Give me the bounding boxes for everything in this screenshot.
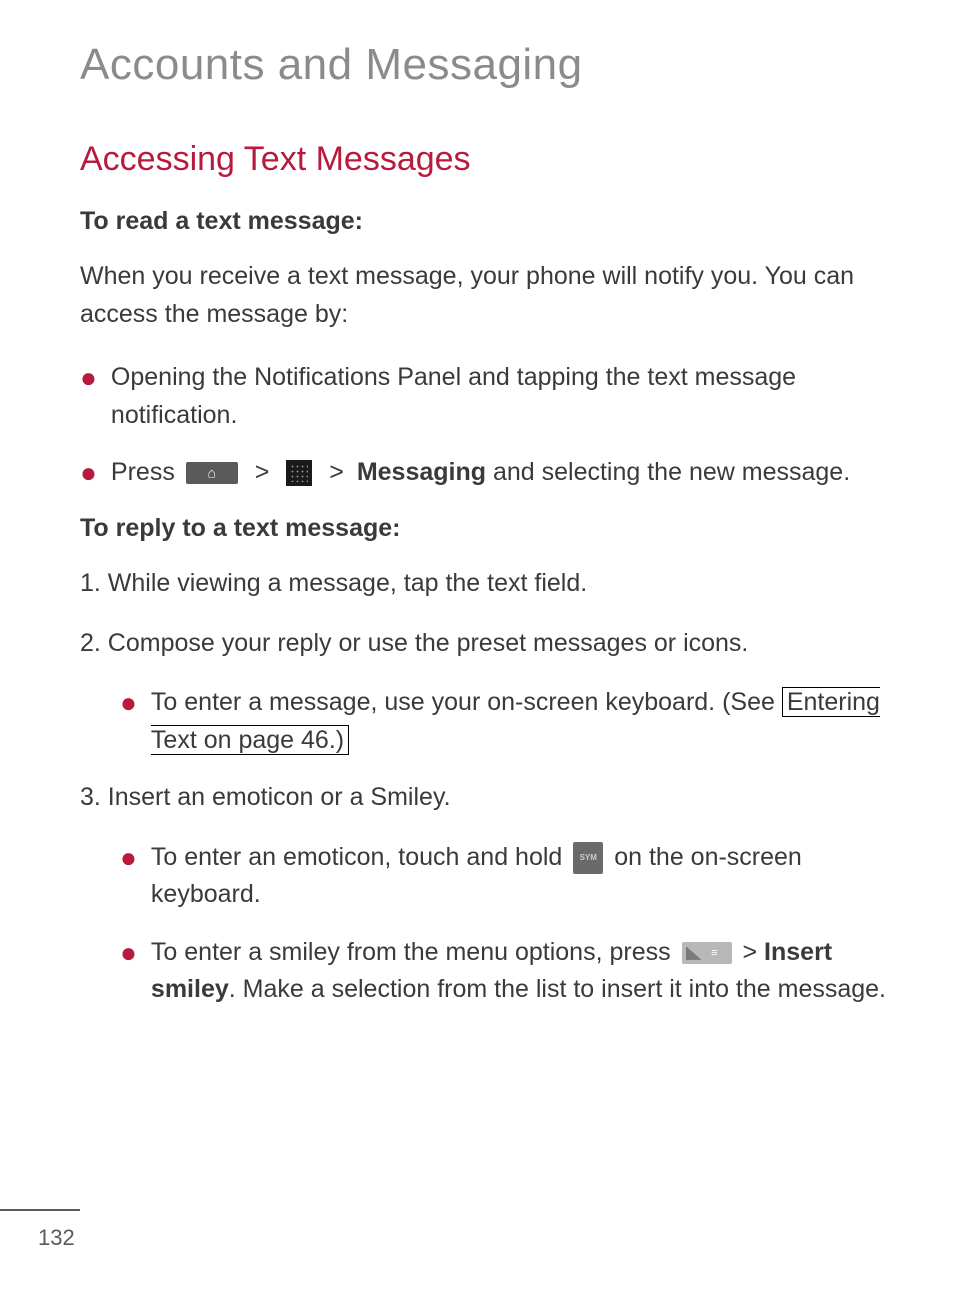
page-number: 132 <box>38 1225 75 1251</box>
bullet-dot-icon: ● <box>80 452 97 494</box>
step-1: 1. While viewing a message, tap the text… <box>80 565 894 603</box>
menu-key-icon <box>682 942 732 964</box>
bullet-item-press: ● Press > > Messaging and selecting the … <box>80 454 894 494</box>
subheading-read: To read a text message: <box>80 207 894 236</box>
step-3-sub-1-prefix: To enter an emoticon, touch and hold <box>151 843 569 871</box>
separator-gt: > <box>329 458 344 486</box>
bullet-dot-icon: ● <box>80 357 97 399</box>
section-title: Accessing Text Messages <box>80 140 894 179</box>
sym-key-icon <box>573 842 603 874</box>
apps-grid-icon <box>286 460 312 486</box>
step-3-sub-2-suffix: . Make a selection from the list to inse… <box>229 975 886 1003</box>
press-suffix: and selecting the new message. <box>493 458 850 486</box>
step-3: 3. Insert an emoticon or a Smiley. <box>80 779 894 817</box>
side-line-decoration <box>0 1209 80 1211</box>
step-3-sub-1: ● To enter an emoticon, touch and hold o… <box>120 839 894 914</box>
step-2-sub-content: To enter a message, use your on-screen k… <box>151 684 894 759</box>
intro-read-text: When you receive a text message, your ph… <box>80 258 894 333</box>
bullet-dot-icon: ● <box>120 932 137 974</box>
bullet-press-content: Press > > Messaging and selecting the ne… <box>111 454 894 492</box>
step-3-sub-1-content: To enter an emoticon, touch and hold on … <box>151 839 894 914</box>
messaging-label: Messaging <box>357 458 486 486</box>
step-3-sub-2-content: To enter a smiley from the menu options,… <box>151 934 894 1009</box>
separator-gt: > <box>255 458 270 486</box>
home-icon <box>186 462 238 484</box>
bullet-dot-icon: ● <box>120 682 137 724</box>
bullet-dot-icon: ● <box>120 837 137 879</box>
chapter-title: Accounts and Messaging <box>80 40 894 90</box>
step-2-sub: ● To enter a message, use your on-screen… <box>120 684 894 759</box>
step-3-sub-2-prefix: To enter a smiley from the menu options,… <box>151 938 678 966</box>
step-2: 2. Compose your reply or use the preset … <box>80 625 894 663</box>
bullet-text: Opening the Notifications Panel and tapp… <box>111 359 894 434</box>
step-2-sub-prefix: To enter a message, use your on-screen k… <box>151 688 782 716</box>
step-3-sub-2-gt: > <box>743 938 765 966</box>
step-3-sub-2: ● To enter a smiley from the menu option… <box>120 934 894 1009</box>
bullets-read-list: ● Opening the Notifications Panel and ta… <box>80 359 894 494</box>
subheading-reply: To reply to a text message: <box>80 514 894 543</box>
press-prefix: Press <box>111 458 182 486</box>
bullet-item-notification: ● Opening the Notifications Panel and ta… <box>80 359 894 434</box>
